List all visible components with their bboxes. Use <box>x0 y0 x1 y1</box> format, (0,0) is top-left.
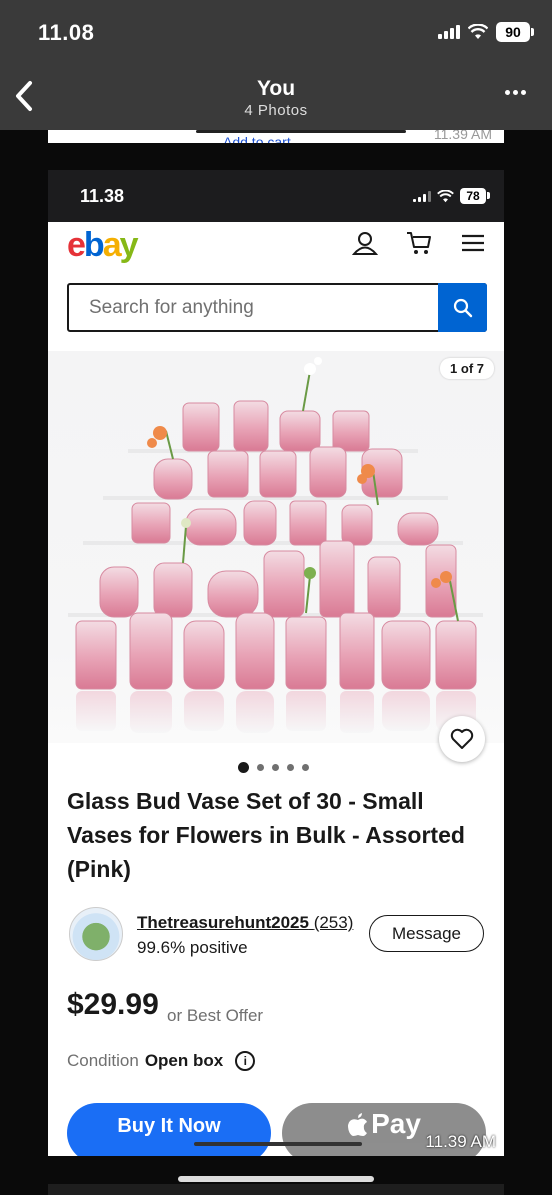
buy-it-now-button[interactable]: Buy It Now <box>67 1103 271 1156</box>
screenshot-photo: 11.38 78 ebay Search for anything 1 of 7… <box>48 170 504 1156</box>
account-icon[interactable] <box>352 230 378 256</box>
wifi-icon <box>437 189 454 202</box>
status-indicators: 90 <box>438 22 534 42</box>
seller-info: Thetreasurehunt2025 (253) 99.6% positive… <box>67 905 487 965</box>
menu-icon[interactable] <box>460 230 486 256</box>
ebay-header: ebay <box>48 222 504 272</box>
peek-link: Add to cart <box>223 134 291 143</box>
search-input[interactable] <box>69 285 438 330</box>
heart-icon <box>450 728 474 749</box>
peek-home-bar <box>196 130 406 133</box>
home-indicator[interactable] <box>178 1176 374 1182</box>
signal-icon <box>438 25 460 39</box>
conversation-title: You <box>256 77 296 100</box>
photo-viewer: 11.08 90 You 4 Photos Add to cart 11.39 … <box>0 0 552 1195</box>
inner-home-bar <box>194 1142 362 1146</box>
battery-icon: 90 <box>496 22 534 42</box>
best-offer-note: or Best Offer <box>167 1006 264 1025</box>
inner-status-indicators: 78 <box>413 188 490 204</box>
vase-collection-image <box>68 357 483 733</box>
condition-label: Condition <box>67 1051 139 1070</box>
battery-icon: 78 <box>460 188 490 204</box>
status-time: 11.08 <box>38 20 95 45</box>
seller-name-link[interactable]: Thetreasurehunt2025 (253) <box>137 913 353 933</box>
watch-button[interactable] <box>439 716 485 762</box>
seller-feedback-count: (253) <box>313 913 354 932</box>
info-icon[interactable]: i <box>235 1051 256 1071</box>
ellipsis-icon[interactable] <box>505 90 526 95</box>
peek-time: 11.39 AM <box>433 130 492 142</box>
previous-photo-peek: Add to cart 11.39 AM <box>48 130 504 143</box>
message-button[interactable]: Message <box>369 915 484 952</box>
apple-logo-icon <box>348 1113 368 1136</box>
seller-feedback-positive: 99.6% positive <box>137 938 248 957</box>
header-actions <box>352 230 486 256</box>
next-photo-peek <box>48 1184 504 1195</box>
search-icon <box>453 298 472 317</box>
ebay-logo[interactable]: ebay <box>67 226 139 265</box>
wifi-icon <box>468 24 488 39</box>
photo-count: 4 Photos <box>244 102 308 119</box>
inner-status-bar: 11.38 78 <box>48 170 504 222</box>
condition-value: Open box <box>144 1051 224 1070</box>
photo-viewer-header: 11.08 90 You 4 Photos <box>0 0 552 130</box>
inner-status-time: 11.38 <box>80 186 125 206</box>
image-counter: 1 of 7 <box>440 358 494 379</box>
search-button[interactable] <box>438 283 487 332</box>
price: $29.99 <box>67 988 159 1021</box>
seller-avatar[interactable] <box>69 907 123 961</box>
condition-row: Condition Open box i <box>67 1051 256 1071</box>
signal-icon <box>413 190 431 202</box>
image-pagination-dots[interactable] <box>238 762 309 773</box>
search-bar <box>67 283 487 332</box>
message-timestamp: 11.39 AM <box>425 1132 496 1151</box>
listing-title: Glass Bud Vase Set of 30 - Small Vases f… <box>67 788 465 882</box>
product-image[interactable] <box>48 351 504 743</box>
cart-icon[interactable] <box>406 230 432 256</box>
